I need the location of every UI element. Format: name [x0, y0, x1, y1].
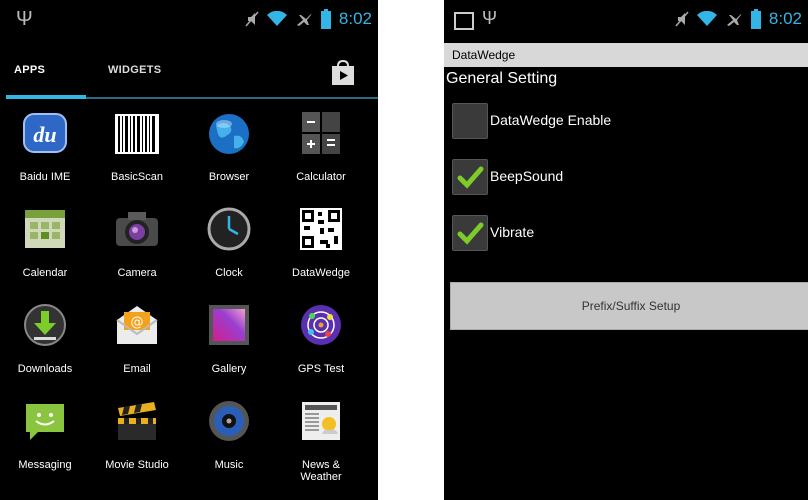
app-gallery[interactable]: Gallery [184, 296, 274, 392]
vibrate-checkbox[interactable] [452, 215, 488, 251]
app-calendar[interactable]: Calendar [0, 200, 90, 296]
svg-text:du: du [33, 122, 56, 147]
app-gps-test[interactable]: GPS Test [276, 296, 366, 392]
app-label: Camera [117, 267, 157, 279]
airplane-icon [296, 14, 312, 26]
calculator-icon [302, 112, 340, 154]
app-datawedge[interactable]: DataWedge [276, 200, 366, 296]
app-label: Music [214, 459, 244, 471]
mute-icon [675, 11, 689, 27]
usb-icon: Ψ [16, 8, 33, 30]
vibrate-label: Vibrate [490, 224, 535, 240]
app-label: Gallery [211, 363, 247, 375]
mute-icon [245, 11, 259, 27]
beep-sound-checkbox[interactable] [452, 159, 488, 195]
beep-sound-label: BeepSound [490, 168, 564, 184]
gps-icon [301, 305, 341, 345]
launcher-screen: Ψ 8:02 APPS WIDGETS du Baidu IME BasicSc… [0, 0, 378, 500]
app-browser[interactable]: Browser [184, 104, 274, 200]
app-label: Calendar [22, 267, 68, 279]
app-label: BasicScan [111, 171, 163, 183]
calendar-icon [25, 210, 65, 248]
clapperboard-icon [118, 402, 156, 440]
airplane-icon [726, 14, 742, 26]
app-label: DataWedge [292, 267, 350, 279]
qr-code-icon [300, 208, 342, 250]
tab-apps[interactable]: APPS [14, 64, 45, 76]
app-label: Email [123, 363, 151, 375]
svg-text:@: @ [131, 315, 144, 330]
app-label: Downloads [17, 363, 73, 375]
checkmark-icon [457, 166, 484, 189]
newspaper-icon [302, 402, 340, 440]
datawedge-screen: Ψ 8:02 DataWedge General Setting DataWed… [444, 0, 808, 500]
launcher-tabs: APPS WIDGETS [0, 50, 378, 98]
app-baidu-ime[interactable]: du Baidu IME [0, 104, 90, 200]
tab-indicator [6, 95, 86, 99]
baidu-ime-icon: du [23, 113, 67, 153]
app-camera[interactable]: Camera [92, 200, 182, 296]
app-label: GPS Test [297, 363, 345, 375]
gallery-icon [209, 305, 249, 345]
app-calculator[interactable]: Calculator [276, 104, 366, 200]
wifi-icon [266, 11, 287, 26]
app-label: News & Weather [300, 459, 342, 483]
clock-time: 8:02 [338, 9, 372, 28]
email-icon: @ [116, 306, 158, 344]
prefix-suffix-setup-button[interactable]: Prefix/Suffix Setup [450, 282, 808, 330]
section-heading: General Setting [446, 70, 558, 87]
app-label: Messaging [18, 459, 72, 471]
barcode-icon [115, 114, 159, 154]
app-clock[interactable]: Clock [184, 200, 274, 296]
app-label: Movie Studio [105, 459, 169, 471]
clock-time: 8:02 [768, 9, 802, 28]
app-label: Browser [208, 171, 250, 183]
messaging-icon [26, 404, 64, 440]
play-store-icon[interactable] [330, 60, 356, 86]
app-downloads[interactable]: Downloads [0, 296, 90, 392]
globe-icon [209, 114, 249, 154]
app-music[interactable]: Music [184, 392, 274, 488]
datawedge-enable-label: DataWedge Enable [490, 112, 612, 128]
status-bar: Ψ 8:02 [444, 0, 808, 38]
battery-icon [320, 9, 331, 29]
usb-icon: Ψ [482, 8, 498, 28]
app-email[interactable]: @ Email [92, 296, 182, 392]
image-notification-icon [454, 12, 474, 30]
status-bar: Ψ 8:02 [0, 0, 378, 38]
app-title-bar: DataWedge [444, 43, 808, 67]
wifi-icon [696, 11, 717, 26]
app-label: Clock [215, 267, 243, 279]
checkmark-icon [457, 222, 484, 245]
clock-icon [207, 207, 251, 251]
app-label: Calculator [296, 171, 346, 183]
datawedge-enable-checkbox[interactable] [452, 103, 488, 139]
app-news-weather[interactable]: News & Weather [276, 392, 366, 488]
app-movie-studio[interactable]: Movie Studio [92, 392, 182, 488]
app-basicscan[interactable]: BasicScan [92, 104, 182, 200]
battery-icon [750, 9, 761, 29]
speaker-icon [209, 401, 249, 441]
download-icon [24, 304, 66, 346]
app-label: Baidu IME [19, 171, 71, 183]
tab-widgets[interactable]: WIDGETS [108, 64, 161, 76]
camera-icon [116, 212, 158, 246]
app-messaging[interactable]: Messaging [0, 392, 90, 488]
